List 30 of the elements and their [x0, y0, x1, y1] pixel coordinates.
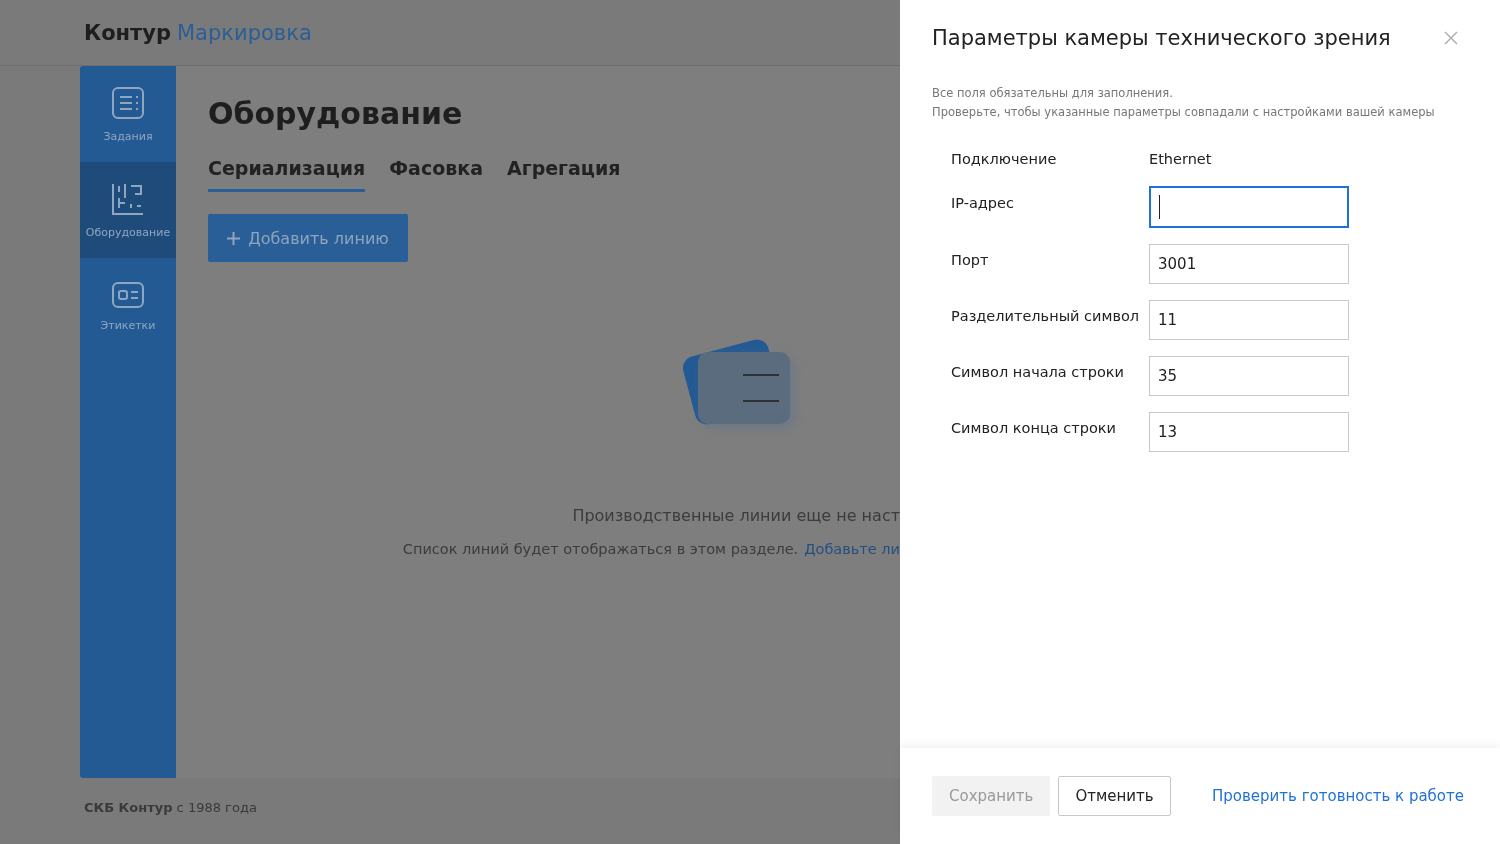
input-field[interactable]: 11 [1149, 300, 1349, 340]
page-title: Оборудование [208, 96, 464, 131]
copyright: СКБ Контур с 1988 года [83, 799, 258, 815]
empty-description: Список линий будет отображаться в этом разделе. [402, 541, 799, 557]
field-label: IP-адрес [951, 194, 1015, 211]
field-label: Символ начала строки [951, 363, 1126, 380]
hint-text: Проверьте, чтобы указанные параметры совпадали с настройками вашей камеры [932, 105, 1436, 119]
product-name: Маркировка [177, 20, 312, 45]
field-value: Ethernet [1149, 150, 1213, 169]
tab[interactable]: Фасовка [389, 157, 483, 192]
sidebar-item[interactable]: Оборудование [80, 162, 176, 258]
field-label: Символ конца строки [951, 419, 1117, 436]
check-readiness-link[interactable]: Проверить готовность к работе [1212, 787, 1464, 805]
tab[interactable]: Сериализация [208, 157, 366, 192]
input-field[interactable]: 3001 [1149, 244, 1349, 284]
field-label: Подключение [951, 150, 1058, 167]
sidebar-item[interactable]: Задания [80, 66, 176, 162]
panel-title: Параметры камеры технического зрения [932, 26, 1391, 50]
cancel-button[interactable]: Отменить [1058, 776, 1171, 816]
tab[interactable]: Агрегация [507, 157, 621, 192]
input-field[interactable]: 35 [1149, 356, 1349, 396]
hint-text: Все поля обязательны для заполнения. [932, 86, 1174, 100]
add-line-link[interactable]: Добавьте ли [804, 541, 900, 557]
add-line-button[interactable]: Добавить линию [208, 214, 408, 262]
field-label: Разделительный символ [951, 307, 1141, 324]
input-field[interactable]: 13 [1149, 412, 1349, 452]
sidebar-item[interactable]: Этикетки [80, 258, 176, 354]
empty-title: Производственные линии еще не наст [572, 506, 900, 525]
field-label: Порт [951, 251, 990, 268]
brand-name: Контур [84, 20, 171, 45]
